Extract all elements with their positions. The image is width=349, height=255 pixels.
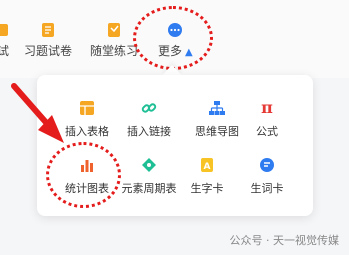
red-arrow-icon (11, 83, 64, 143)
watermark: 公众号 · 天一视觉传媒 (229, 234, 340, 247)
